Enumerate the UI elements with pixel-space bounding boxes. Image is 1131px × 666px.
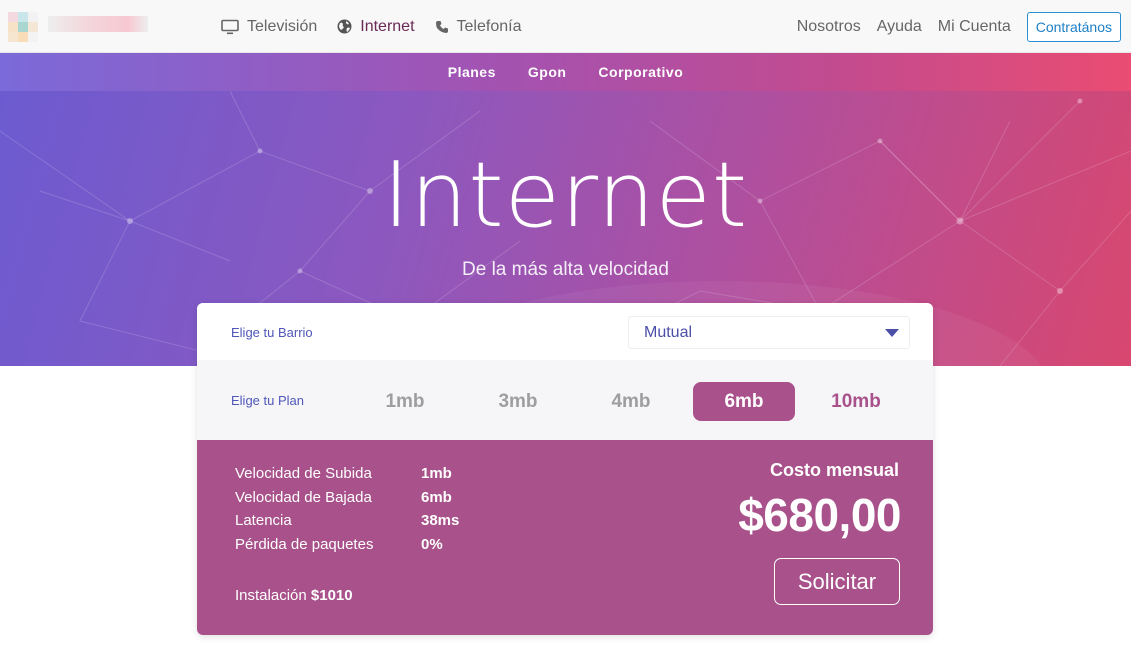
plan-option-1mb[interactable]: 1mb	[354, 382, 456, 421]
installation-label: Instalación	[235, 587, 307, 604]
plan-card: Elige tu Barrio Mutual Elige tu Plan 1mb…	[197, 303, 933, 635]
plan-option-4mb[interactable]: 4mb	[580, 382, 682, 421]
brand-logo[interactable]	[8, 12, 150, 42]
installation-cost: Instalación $1010	[235, 587, 353, 604]
nav-internet-label: Internet	[360, 17, 415, 35]
nav-nosotros[interactable]: Nosotros	[797, 18, 861, 36]
spec-value-bajada: 6mb	[421, 489, 452, 506]
nav-ayuda[interactable]: Ayuda	[877, 18, 922, 36]
plan-row: Elige tu Plan 1mb 3mb 4mb 6mb 10mb	[197, 360, 933, 440]
nav-telefonia[interactable]: Telefonía	[435, 17, 522, 36]
installation-value: $1010	[310, 587, 353, 604]
barrio-selected-value: Mutual	[644, 324, 693, 341]
nav-television-label: Televisión	[247, 17, 318, 35]
spec-label-subida: Velocidad de Subida	[235, 465, 372, 482]
main-nav: Televisión Internet Telefonía	[221, 0, 521, 53]
barrio-select[interactable]: Mutual	[628, 316, 910, 349]
spec-label-perdida: Pérdida de paquetes	[235, 536, 374, 553]
spec-value-perdida: 0%	[421, 536, 443, 553]
spec-label-latencia: Latencia	[235, 512, 292, 529]
barrio-label: Elige tu Barrio	[231, 325, 313, 340]
monthly-price: $680,00	[738, 489, 901, 541]
plan-option-6mb[interactable]: 6mb	[693, 382, 795, 421]
plan-details: Velocidad de Subida 1mb Velocidad de Baj…	[197, 440, 933, 635]
barrio-row: Elige tu Barrio Mutual	[197, 303, 933, 360]
subnav-corporativo[interactable]: Corporativo	[598, 64, 683, 80]
plan-label: Elige tu Plan	[231, 393, 304, 408]
hero-subtitle: De la más alta velocidad	[462, 259, 669, 280]
tv-icon	[221, 19, 239, 35]
phone-icon	[435, 20, 449, 34]
monthly-cost-label: Costo mensual	[769, 460, 899, 480]
nav-internet[interactable]: Internet	[337, 17, 415, 36]
hero-title: Internet	[382, 143, 749, 248]
caret-down-icon	[885, 329, 899, 337]
subnav-gpon[interactable]: Gpon	[528, 64, 567, 80]
spec-label-bajada: Velocidad de Bajada	[235, 489, 372, 506]
top-navbar: Televisión Internet Telefonía Nosotros A…	[0, 0, 1131, 53]
spec-value-latencia: 38ms	[421, 512, 460, 529]
spec-value-subida: 1mb	[421, 465, 452, 482]
nav-mi-cuenta[interactable]: Mi Cuenta	[938, 18, 1011, 36]
subnav-planes[interactable]: Planes	[448, 64, 496, 80]
plan-option-3mb[interactable]: 3mb	[467, 382, 569, 421]
globe-icon	[337, 19, 352, 34]
contratanos-button[interactable]: Contratános	[1026, 11, 1121, 42]
solicitar-button[interactable]: Solicitar	[774, 558, 900, 605]
plan-option-10mb[interactable]: 10mb	[805, 382, 907, 421]
nav-telefonia-label: Telefonía	[456, 17, 522, 35]
account-nav: Nosotros Ayuda Mi Cuenta Contratános	[797, 0, 1121, 53]
nav-television[interactable]: Televisión	[221, 18, 317, 36]
sub-navbar: Planes Gpon Corporativo	[0, 53, 1131, 91]
